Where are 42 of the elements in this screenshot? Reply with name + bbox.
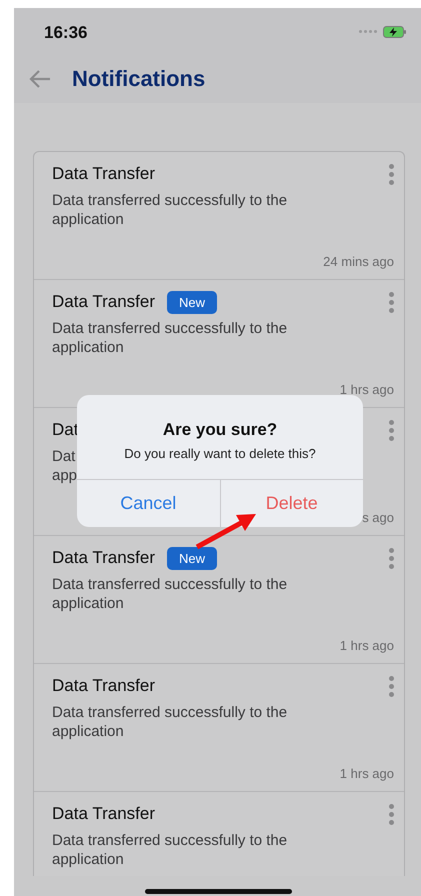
notification-message: application — [52, 595, 124, 612]
battery-charging-icon — [383, 26, 407, 38]
notification-time: 1 hrs ago — [340, 382, 394, 397]
notification-title: Data Transfer — [52, 548, 155, 568]
dialog-message: Do you really want to delete this? — [124, 446, 316, 460]
notification-message: Data transferred successfully to the — [52, 832, 288, 849]
status-time: 16:36 — [44, 22, 88, 42]
more-options-icon[interactable] — [389, 804, 394, 825]
more-options-icon[interactable] — [389, 676, 394, 697]
more-options-icon[interactable] — [389, 292, 394, 313]
notification-card[interactable]: Data Transfer Data transferred successfully to the application 1 hrs ago — [34, 664, 404, 792]
page-title: Notifications — [72, 66, 206, 92]
signal-icon — [359, 30, 377, 33]
notification-time: s ago — [362, 510, 394, 525]
notification-card[interactable]: Data Transfer New Data transferred successfully to the application 1 hrs ago — [34, 536, 404, 664]
notification-time: 1 hrs ago — [340, 766, 394, 781]
notification-message: application — [52, 211, 124, 228]
notification-time: 1 hrs ago — [340, 638, 394, 653]
notification-message: Data transferred successfully to the — [52, 576, 288, 593]
notification-message: Data transferred successfully to the — [52, 192, 288, 209]
dialog-title: Are you sure? — [162, 420, 278, 440]
notification-time: 24 mins ago — [323, 254, 394, 269]
more-options-icon[interactable] — [389, 548, 394, 569]
notification-message: application — [52, 851, 124, 868]
more-options-icon[interactable] — [389, 164, 394, 185]
notification-message: application — [52, 723, 124, 740]
notification-message: app — [52, 467, 78, 484]
back-arrow-icon[interactable] — [28, 69, 52, 89]
notification-message: Data transferred successfully to the — [52, 704, 288, 721]
notification-message: Data transferred successfully to the — [52, 320, 288, 337]
cancel-button[interactable]: Cancel — [77, 480, 220, 527]
notification-title: Data Transfer — [52, 164, 155, 184]
notification-message: Dat — [52, 448, 76, 465]
notification-title: Data Transfer — [52, 804, 155, 824]
notification-title: Data Transfer — [52, 292, 155, 312]
new-badge: New — [167, 546, 218, 570]
notification-card[interactable]: Data Transfer Data transferred successfully to the application 24 mins ago — [34, 152, 404, 280]
notification-message: application — [52, 339, 124, 356]
notification-title: Dat — [52, 420, 78, 440]
notification-title: Data Transfer — [52, 676, 155, 696]
new-badge: New — [167, 290, 218, 314]
more-options-icon[interactable] — [389, 420, 394, 441]
